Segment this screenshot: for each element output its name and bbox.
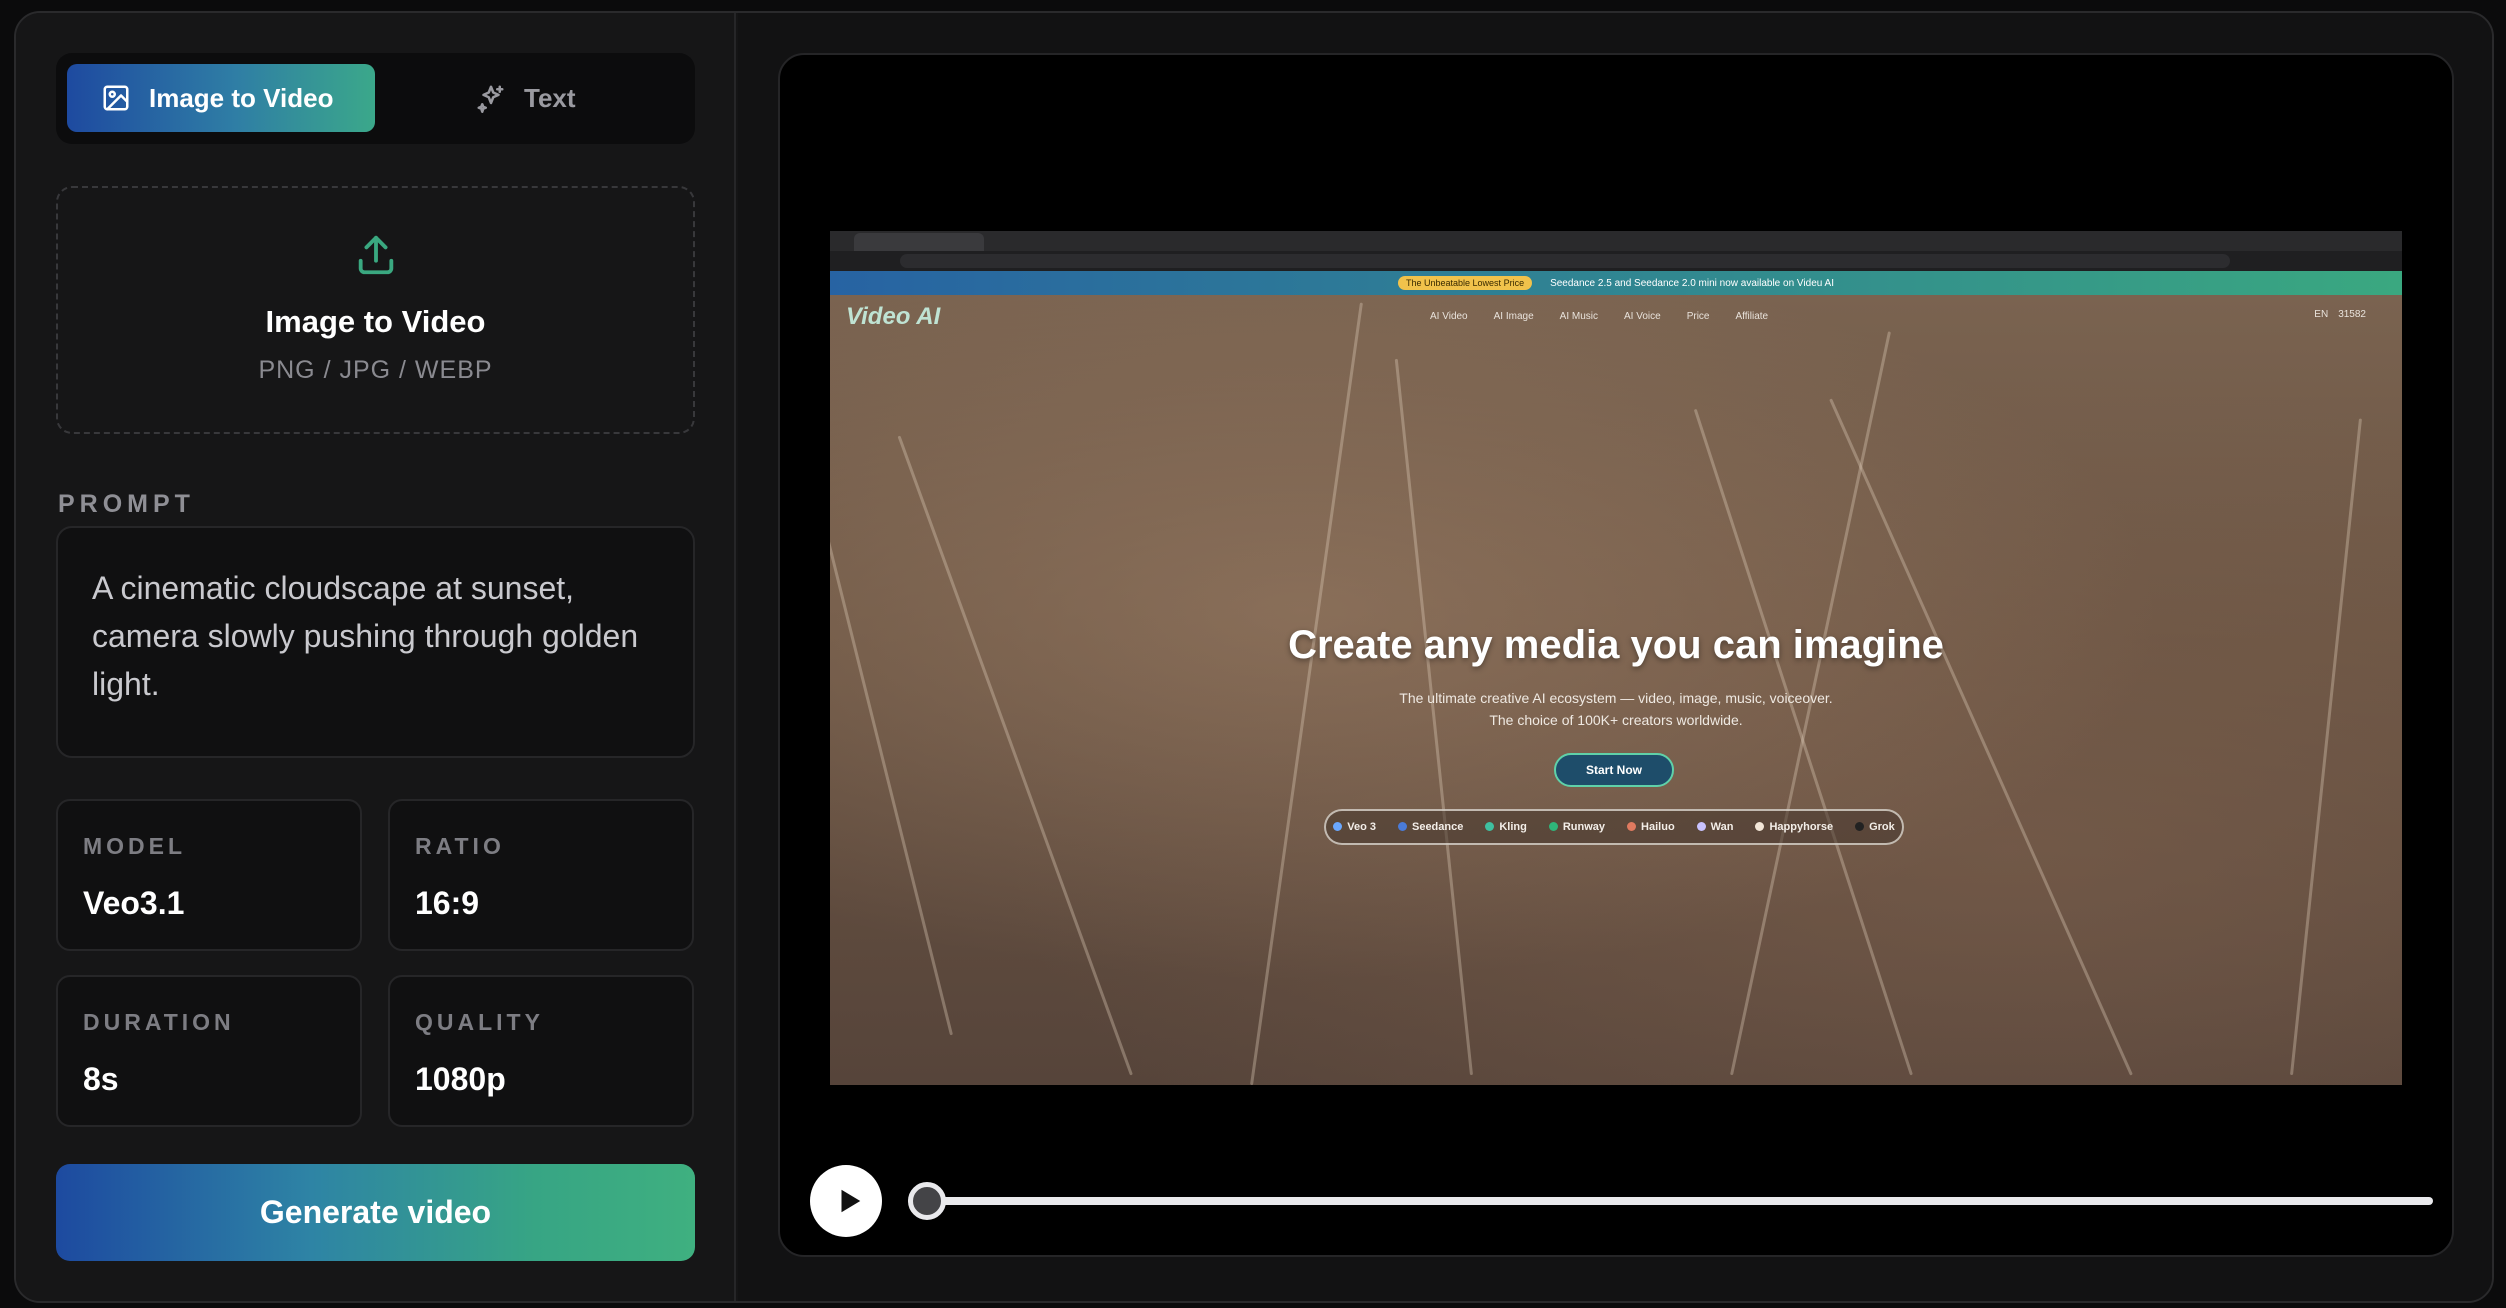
nav-item: AI Music: [1559, 311, 1598, 322]
hero-title: Create any media you can imagine: [1288, 623, 1944, 667]
credits-badge: 31582: [2338, 309, 2366, 320]
site-logo: Video AI: [846, 303, 941, 330]
model-chip-label: Runway: [1562, 821, 1606, 833]
sparkles-icon: [477, 85, 504, 113]
model-value: Veo3.1: [83, 885, 185, 921]
browser-address-bar: [830, 251, 2402, 271]
model-chip-label: Kling: [1499, 821, 1527, 833]
play-button[interactable]: [810, 1165, 882, 1237]
player-controls: [810, 1165, 2433, 1239]
app-window: Image to Video Text Image to Video PNG /…: [14, 11, 2494, 1303]
duration-value: 8s: [83, 1061, 119, 1097]
grass-stalk: [1829, 398, 2133, 1076]
model-chip-label: Veo 3: [1347, 821, 1376, 833]
progress-scrubber[interactable]: [908, 1182, 946, 1220]
model-chip: Kling: [1485, 821, 1527, 833]
browser-tab: [854, 233, 984, 251]
tab-label: Text: [524, 82, 576, 113]
model-chip: Grok: [1855, 821, 1895, 833]
play-icon: [841, 1189, 860, 1213]
tab-image-to-video[interactable]: Image to Video: [67, 64, 375, 132]
model-chip-label: Hailuo: [1641, 821, 1675, 833]
duration-select[interactable]: DURATION 8s: [56, 975, 362, 1127]
quality-label: QUALITY: [415, 1009, 544, 1035]
model-chip: Veo 3: [1333, 821, 1376, 833]
model-chip-label: Grok: [1869, 821, 1895, 833]
browser-tab-bar: [830, 231, 2402, 251]
hero-subtitle: The ultimate creative AI ecosystem — vid…: [830, 687, 2402, 731]
nav-item: AI Video: [1430, 311, 1468, 322]
model-label: MODEL: [83, 833, 187, 859]
model-chip: Happyhorse: [1755, 821, 1833, 833]
upload-formats: PNG / JPG / WEBP: [258, 356, 493, 384]
grass-stalk: [2290, 418, 2362, 1076]
nav-item: AI Voice: [1624, 311, 1661, 322]
promo-pill: The Unbeatable Lowest Price: [1398, 276, 1533, 290]
model-chip: Wan: [1696, 821, 1734, 833]
promo-text: Seedance 2.5 and Seedance 2.0 mini now a…: [1550, 277, 1834, 289]
hero-subtitle-text: The ultimate creative AI ecosystem — vid…: [1399, 690, 1833, 728]
nav-item: AI Image: [1493, 311, 1534, 322]
start-now-button: Start Now: [1554, 753, 1674, 787]
model-chip-label: Seedance: [1411, 821, 1464, 833]
model-chip: Seedance: [1397, 821, 1464, 833]
preview-panel: The Unbeatable Lowest Price Seedance 2.5…: [738, 13, 2492, 1301]
ratio-label: RATIO: [415, 833, 505, 859]
progress-track[interactable]: [908, 1197, 2433, 1205]
control-panel: Image to Video Text Image to Video PNG /…: [16, 13, 736, 1301]
model-chip-label: Wan: [1710, 821, 1734, 833]
ratio-select[interactable]: RATIO 16:9: [388, 799, 694, 951]
model-chip-label: Happyhorse: [1769, 821, 1834, 833]
site-nav: AI Video AI Image AI Music AI Voice Pric…: [1430, 311, 1768, 322]
prompt-textarea[interactable]: A cinematic cloudscape at sunset, camera…: [56, 526, 695, 758]
prompt-label: PROMPT: [58, 490, 195, 518]
image-icon: [103, 85, 129, 111]
tab-text[interactable]: Text: [476, 64, 576, 132]
quality-select[interactable]: QUALITY 1080p: [388, 975, 694, 1127]
tab-label: Image to Video: [149, 82, 334, 113]
grass-stalk: [897, 435, 1133, 1076]
quality-value: 1080p: [415, 1061, 506, 1097]
mode-tabs: Image to Video Text: [56, 53, 695, 144]
ratio-value: 16:9: [415, 885, 480, 921]
nav-item: Affiliate: [1735, 311, 1769, 322]
generate-video-button[interactable]: Generate video: [56, 1164, 695, 1261]
model-chip: Hailuo: [1627, 821, 1675, 833]
nav-item: Price: [1686, 311, 1710, 322]
model-strip: Veo 3 Seedance Kling Runway Hailuo Wan H…: [1324, 809, 1904, 845]
hero-background: Video AI AI Video AI Image AI Music AI V…: [830, 295, 2402, 1085]
duration-label: DURATION: [83, 1009, 235, 1035]
image-upload-dropzone[interactable]: Image to Video PNG / JPG / WEBP: [56, 186, 695, 434]
model-select[interactable]: MODEL Veo3.1: [56, 799, 362, 951]
upload-icon: [358, 235, 393, 275]
model-chip: Runway: [1548, 821, 1606, 833]
language-selector: EN: [2314, 309, 2329, 320]
url-field: [900, 254, 2230, 268]
upload-title: Image to Video: [265, 304, 486, 339]
promo-banner: The Unbeatable Lowest Price Seedance 2.5…: [830, 271, 2402, 295]
site-nav-right: EN 31582: [2314, 309, 2366, 320]
video-player: The Unbeatable Lowest Price Seedance 2.5…: [778, 53, 2454, 1257]
video-frame[interactable]: The Unbeatable Lowest Price Seedance 2.5…: [830, 231, 2402, 1085]
